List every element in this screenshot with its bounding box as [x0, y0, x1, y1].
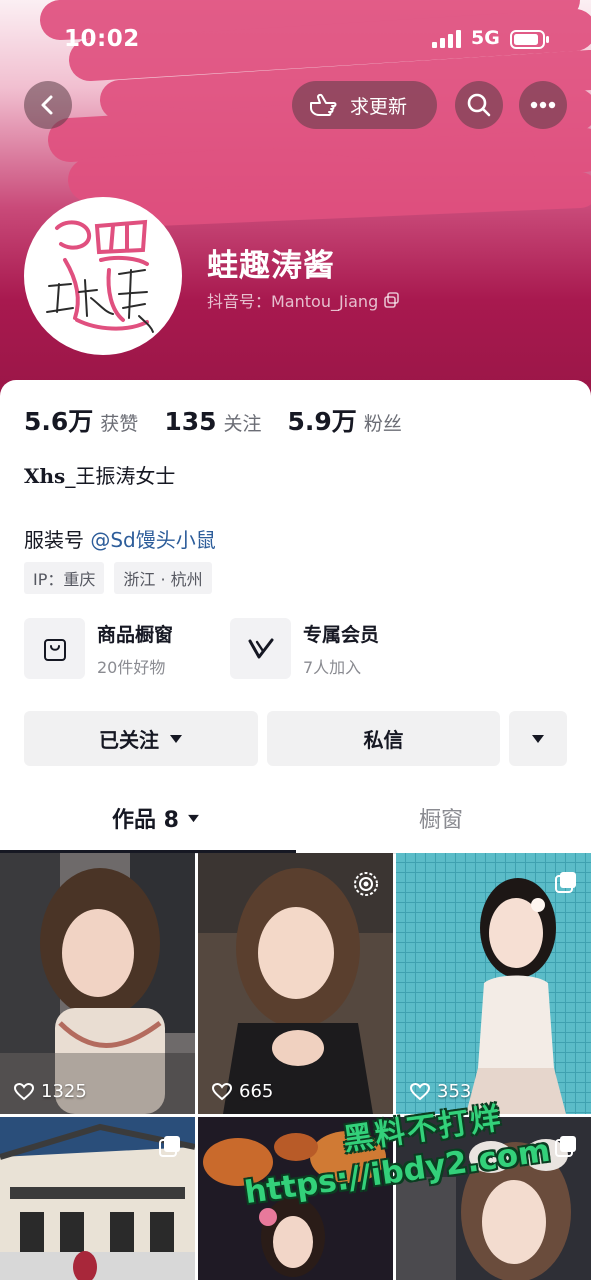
feature-title: 专属会员 — [303, 623, 380, 646]
image-post-thumbnail[interactable] — [0, 1117, 195, 1280]
stat-value: 5.9万 — [287, 407, 357, 436]
caret-down-icon — [170, 734, 182, 743]
tab-works[interactable]: 作品 8 — [112, 802, 200, 834]
douyin-id[interactable]: 抖音号：Mantou_Jiang — [207, 288, 400, 312]
bio-text: _王振涛女士 — [65, 464, 176, 488]
multi-image-icon — [159, 1136, 180, 1157]
heart-outline-icon — [212, 1082, 232, 1100]
shop-window-entry[interactable]: 商品橱窗 20件好物 — [24, 618, 173, 679]
bio-xhs: Xhs — [24, 464, 66, 488]
tag-location: 浙江 · 杭州 — [114, 562, 212, 594]
request-update-button[interactable]: 求更新 — [292, 81, 437, 129]
stat-label: 获赞 — [100, 413, 139, 435]
douyin-id-text: 抖音号：Mantou_Jiang — [207, 292, 379, 311]
live-target-icon — [354, 872, 378, 896]
feature-subtitle: 20件好物 — [97, 657, 166, 677]
signature-avatar-image — [27, 200, 179, 352]
followed-button[interactable]: 已关注 — [24, 711, 258, 766]
followed-label: 已关注 — [99, 728, 159, 752]
tag-ip: IP：重庆 — [24, 562, 105, 594]
status-time: 10:02 — [64, 26, 140, 52]
bio-line-1: Xhs_王振涛女士 — [24, 460, 175, 489]
bio-line-2: 服装号 @Sd馒头小鼠 — [24, 524, 216, 553]
recommend-dropdown-button[interactable] — [509, 711, 567, 766]
request-update-label: 求更新 — [350, 95, 408, 118]
membership-entry[interactable]: 专属会员 7人加入 — [230, 618, 379, 679]
stat-label: 关注 — [223, 413, 262, 435]
caret-down-icon — [532, 734, 544, 743]
more-dots-icon — [530, 101, 556, 109]
tab-works-label: 作品 8 — [112, 808, 179, 833]
battery-icon — [510, 30, 549, 49]
stat-followers[interactable]: 5.9万 粉丝 — [288, 402, 402, 438]
mention-link[interactable]: @Sd馒头小鼠 — [90, 528, 215, 552]
message-label: 私信 — [363, 728, 404, 752]
likes-value: 1325 — [41, 1081, 87, 1102]
image-post-thumbnail[interactable]: 353 — [396, 853, 591, 1114]
pointing-hand-icon — [310, 93, 337, 116]
stat-value: 5.6万 — [24, 407, 94, 436]
likes-value: 665 — [239, 1081, 274, 1102]
message-button[interactable]: 私信 — [267, 711, 500, 766]
shopping-bag-icon — [24, 618, 85, 679]
likes-count: 1325 — [14, 1081, 87, 1102]
stat-following[interactable]: 135 关注 — [164, 407, 261, 436]
likes-count: 665 — [212, 1081, 273, 1102]
search-icon — [467, 93, 491, 117]
multi-image-icon — [555, 872, 576, 893]
signal-icon — [432, 30, 461, 48]
caret-down-icon — [188, 814, 199, 822]
profile-header: 10:02 5G 求更新 蛙趣涛酱 抖音号：Mantou_Jiang — [0, 0, 591, 400]
network-type: 5G — [471, 27, 500, 49]
feature-subtitle: 7人加入 — [303, 657, 362, 677]
video-thumbnail[interactable]: 1325 — [0, 853, 195, 1114]
thumbnail-image — [0, 853, 195, 1114]
profile-stats: 5.6万 获赞 135 关注 5.9万 粉丝 — [24, 402, 428, 438]
heart-outline-icon — [410, 1082, 430, 1100]
tab-window[interactable]: 橱窗 — [419, 802, 463, 834]
feature-title: 商品橱窗 — [97, 623, 174, 646]
v-membership-icon — [230, 618, 291, 679]
stat-likes: 5.6万 获赞 — [24, 402, 138, 438]
status-bar: 10:02 5G — [0, 20, 591, 60]
more-button[interactable] — [519, 81, 567, 129]
chevron-left-icon — [41, 95, 53, 115]
copy-icon[interactable] — [384, 292, 400, 308]
profile-tags: IP：重庆 浙江 · 杭州 — [24, 562, 212, 594]
bio-text: 服装号 — [24, 528, 91, 552]
nickname: 蛙趣涛酱 — [207, 248, 335, 284]
stat-value: 135 — [164, 407, 217, 436]
stat-label: 粉丝 — [363, 413, 402, 435]
video-thumbnail[interactable]: 665 — [198, 853, 393, 1114]
heart-outline-icon — [14, 1082, 34, 1100]
back-button[interactable] — [24, 81, 72, 129]
avatar[interactable] — [24, 197, 182, 355]
search-button[interactable] — [455, 81, 503, 129]
